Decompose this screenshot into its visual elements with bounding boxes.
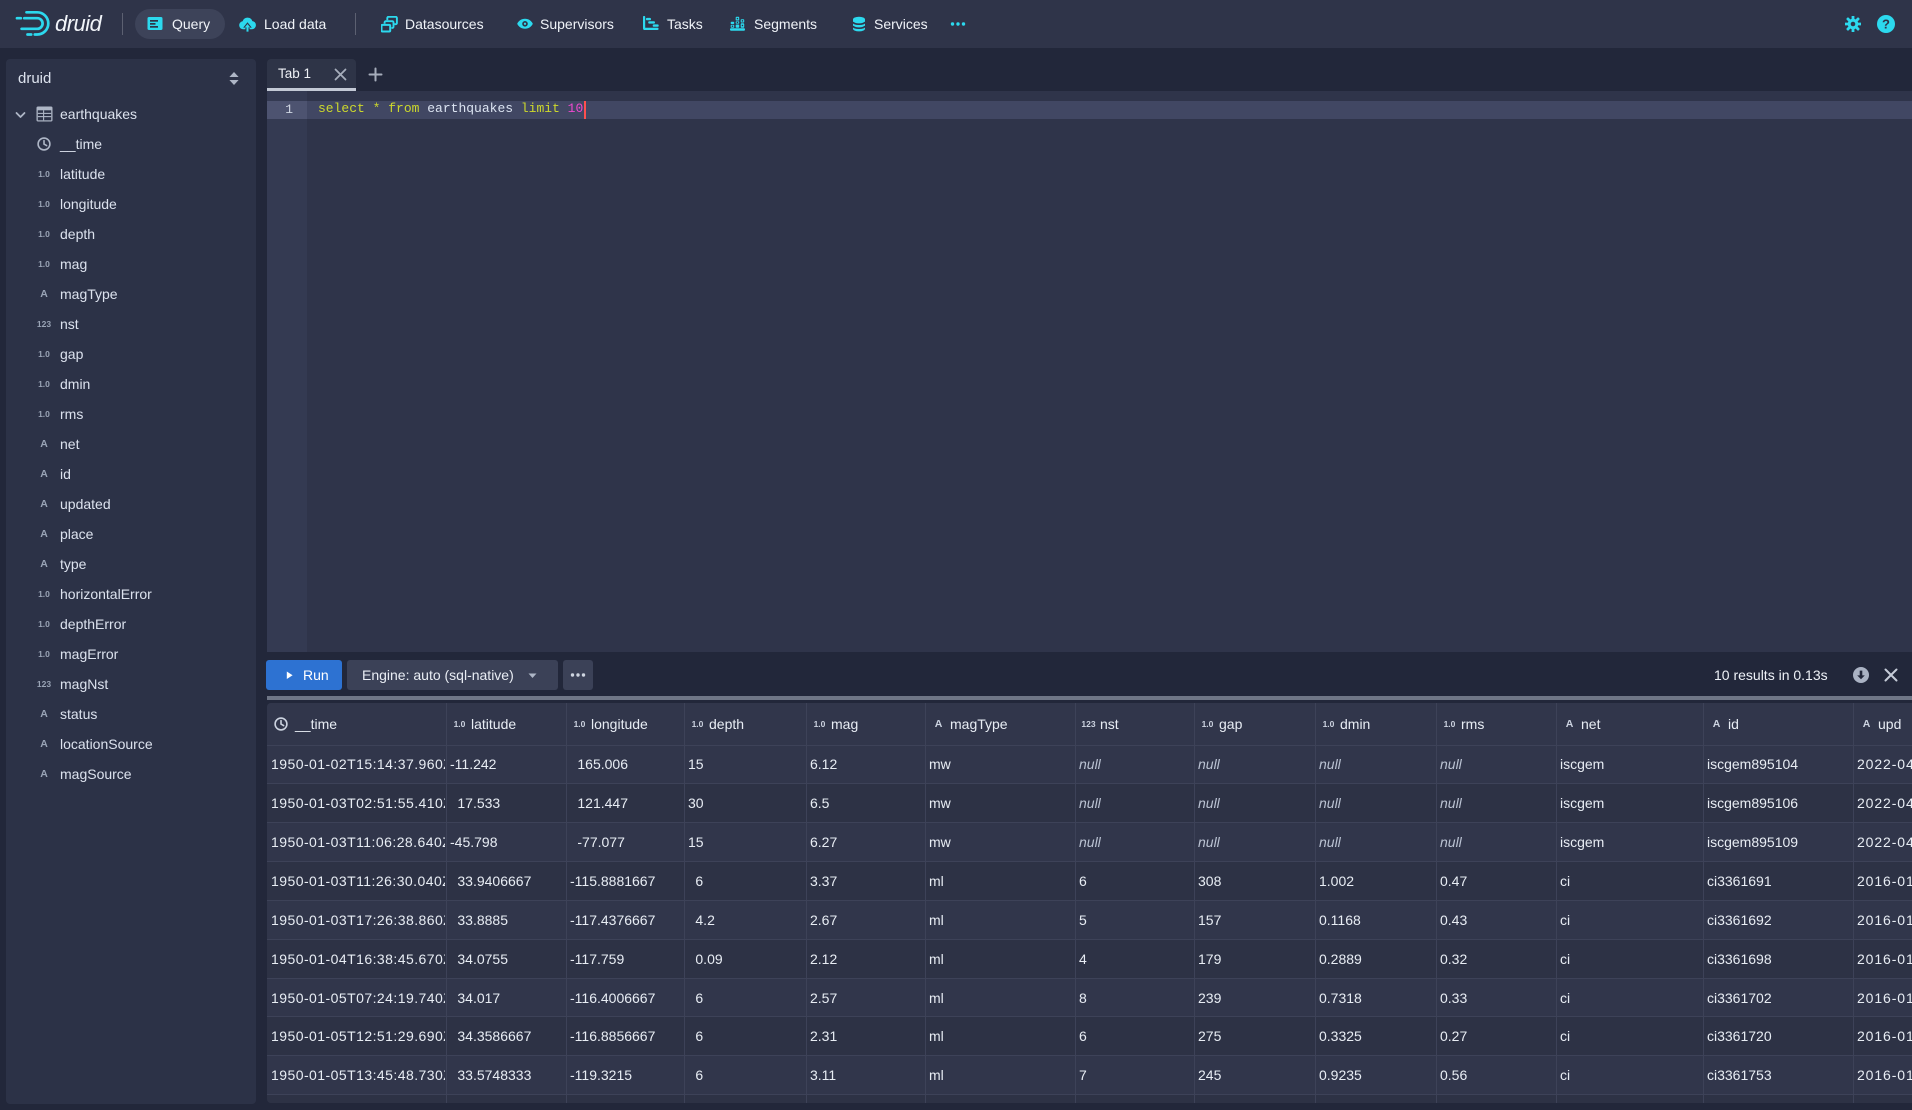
svg-text:?: ?: [1882, 17, 1890, 32]
